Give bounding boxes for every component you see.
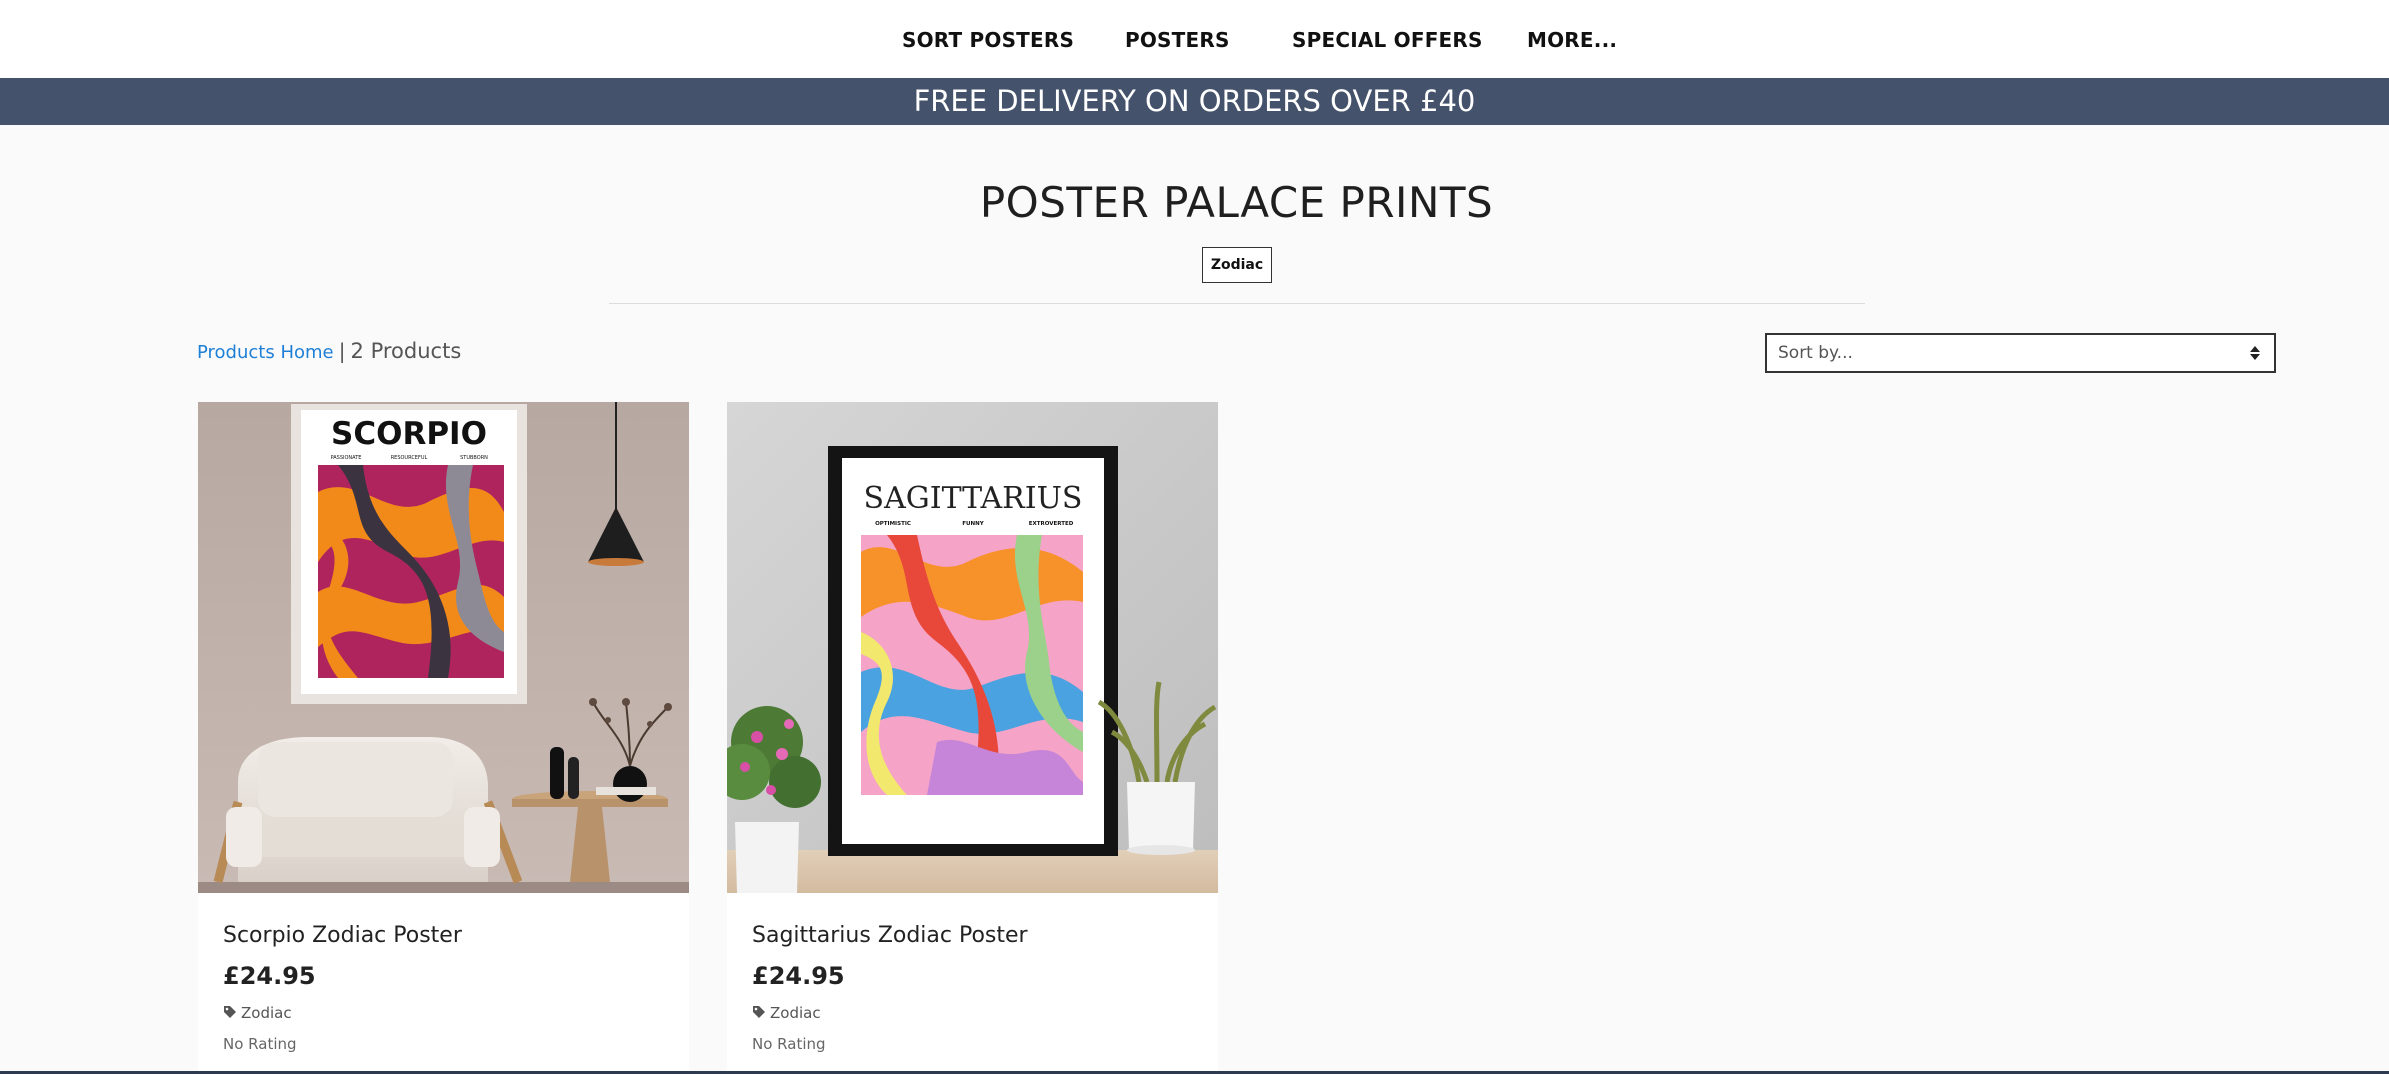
poster-trait-sagittarius-3: EXTROVERTED [1029, 521, 1074, 527]
breadcrumb-separator: | [338, 339, 346, 363]
sort-select-value: Sort by... [1778, 343, 1853, 363]
poster-trait-scorpio-1: PASSIONATE [331, 455, 362, 461]
poster-heading-sagittarius: SAGITTARIUS [864, 481, 1083, 516]
poster-trait-sagittarius-2: FUNNY [962, 521, 984, 527]
tag-filter-chip[interactable]: Zodiac [1202, 247, 1272, 283]
promo-banner-text: FREE DELIVERY ON ORDERS OVER £40 [913, 84, 1476, 118]
product-tag-label: Zodiac [770, 1004, 821, 1022]
product-title[interactable]: Sagittarius Zodiac Poster [752, 923, 1028, 948]
product-card-scorpio[interactable]: SCORPIO PASSIONATE RESOURCEFUL STUBBORN [198, 402, 689, 1074]
promo-banner: FREE DELIVERY ON ORDERS OVER £40 [0, 78, 2389, 125]
tag-icon [753, 1006, 765, 1018]
product-rating: No Rating [752, 1035, 826, 1053]
product-image-scorpio[interactable]: SCORPIO PASSIONATE RESOURCEFUL STUBBORN [198, 402, 689, 893]
product-price: £24.95 [223, 962, 316, 990]
top-navigation: SORT POSTERS POSTERS SPECIAL OFFERS MORE… [0, 0, 2389, 78]
tag-icon [224, 1006, 236, 1018]
product-tag[interactable]: Zodiac [752, 1004, 821, 1022]
product-tag[interactable]: Zodiac [223, 1004, 292, 1022]
page-title: POSTER PALACE PRINTS [979, 178, 1494, 227]
poster-trait-scorpio-3: STUBBORN [460, 455, 488, 461]
poster-trait-scorpio-2: RESOURCEFUL [391, 455, 428, 461]
product-price: £24.95 [752, 962, 845, 990]
poster-trait-sagittarius-1: OPTIMISTIC [875, 521, 911, 527]
breadcrumb: Products Home | 2 Products [197, 339, 461, 363]
sort-select[interactable]: Sort by... [1765, 333, 2276, 373]
poster-heading-scorpio: SCORPIO [331, 416, 487, 452]
product-tag-label: Zodiac [241, 1004, 292, 1022]
header-divider [609, 303, 1865, 304]
nav-posters[interactable]: POSTERS [1125, 28, 1230, 52]
product-image-sagittarius[interactable]: SAGITTARIUS OPTIMISTIC FUNNY EXTROVERTED [727, 402, 1218, 893]
product-count: 2 Products [350, 339, 462, 363]
nav-sort-posters[interactable]: SORT POSTERS [902, 28, 1074, 52]
product-card-sagittarius[interactable]: SAGITTARIUS OPTIMISTIC FUNNY EXTROVERTED… [727, 402, 1218, 1074]
nav-more[interactable]: MORE... [1527, 28, 1617, 52]
product-rating: No Rating [223, 1035, 297, 1053]
product-title[interactable]: Scorpio Zodiac Poster [223, 923, 462, 948]
products-home-link[interactable]: Products Home [197, 342, 334, 363]
sort-arrows-icon [2250, 346, 2260, 360]
nav-special-offers[interactable]: SPECIAL OFFERS [1292, 28, 1483, 52]
